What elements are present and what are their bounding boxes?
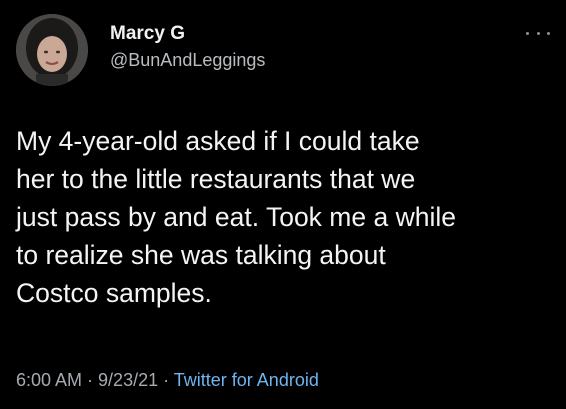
display-name[interactable]: Marcy G	[110, 22, 265, 46]
tweet-line: Costco samples.	[16, 278, 212, 308]
tweet-card: Marcy G @BunAndLeggings My 4-year-old as…	[0, 0, 566, 409]
user-handle[interactable]: @BunAndLeggings	[110, 48, 265, 72]
tweet-header: Marcy G @BunAndLeggings	[16, 14, 550, 88]
user-names: Marcy G @BunAndLeggings	[110, 22, 265, 72]
profile-photo-icon	[16, 14, 88, 86]
tweet-meta: 6:00 AM · 9/23/21 · Twitter for Android	[16, 370, 319, 391]
tweet-line: My 4-year-old asked if I could take	[16, 126, 420, 156]
meta-separator: ·	[158, 370, 174, 390]
tweet-date[interactable]: 9/23/21	[98, 370, 158, 390]
tweet-time[interactable]: 6:00 AM	[16, 370, 82, 390]
tweet-text: My 4-year-old asked if I could take her …	[16, 122, 556, 312]
tweet-line: just pass by and eat. Took me a while	[16, 202, 456, 232]
meta-separator: ·	[82, 370, 99, 390]
tweet-line: her to the little restaurants that we	[16, 164, 416, 194]
tweet-source[interactable]: Twitter for Android	[174, 370, 319, 390]
more-options-icon[interactable]	[526, 28, 550, 38]
tweet-line: to realize she was talking about	[16, 240, 386, 270]
avatar[interactable]	[16, 14, 88, 86]
